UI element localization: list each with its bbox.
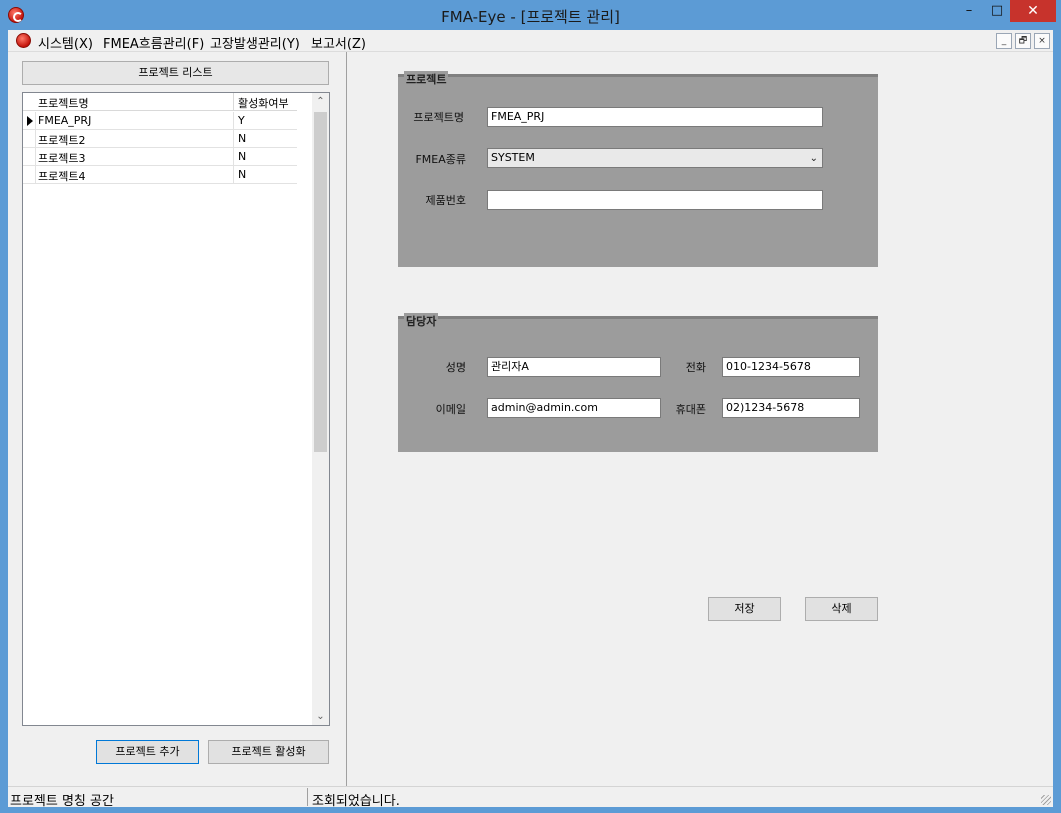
status-project-name: 프로젝트 명칭 공간 <box>10 794 114 809</box>
product-number-label: 제품번호 <box>425 194 466 207</box>
project-name-input[interactable]: FMEA_PRJ <box>487 107 823 127</box>
table-row[interactable]: FMEA_PRJ Y <box>23 112 297 130</box>
project-list-title-button[interactable]: 프로젝트 리스트 <box>22 61 329 85</box>
menu-fmea-flow[interactable]: FMEA흐름관리(F) <box>103 33 204 52</box>
row-header[interactable] <box>23 166 36 184</box>
status-message: 조회되었습니다. <box>312 794 400 809</box>
menu-bar: 시스템(X) FMEA흐름관리(F) 고장발생관리(Y) 보고서(Z) _ 🗗 … <box>8 30 1053 52</box>
add-project-button[interactable]: 프로젝트 추가 <box>96 740 199 764</box>
cell-active-flag[interactable]: N <box>238 132 246 145</box>
mdi-close-button[interactable]: × <box>1034 33 1050 49</box>
app-window: FMA-Eye - [프로젝트 관리] – □ ✕ 시스템(X) FMEA흐름관… <box>0 0 1061 813</box>
mdi-restore-button[interactable]: 🗗 <box>1015 33 1031 49</box>
save-button[interactable]: 저장 <box>708 597 781 621</box>
status-bar: 프로젝트 명칭 공간 조회되었습니다. <box>8 786 1053 809</box>
fmea-type-label: FMEA종류 <box>415 153 466 166</box>
current-row-indicator-icon <box>27 116 33 126</box>
groupbox-border <box>398 316 878 319</box>
phone-label: 전화 <box>685 361 706 374</box>
column-header-name[interactable]: 프로젝트명 <box>38 95 89 111</box>
manager-groupbox: 담당자 성명 관리자A 전화 010-1234-5678 이메일 admin@a… <box>398 313 878 452</box>
menu-failure[interactable]: 고장발생관리(Y) <box>210 33 300 52</box>
project-grid[interactable]: 프로젝트명 활성화여부 FMEA_PRJ Y 프로젝트2 N 프로젝트3 N 프… <box>22 92 330 726</box>
project-list-pane: 프로젝트 리스트 프로젝트명 활성화여부 FMEA_PRJ Y 프로젝트2 N <box>8 52 346 786</box>
cell-project-name[interactable]: FMEA_PRJ <box>38 114 91 127</box>
activate-project-button[interactable]: 프로젝트 활성화 <box>208 740 329 764</box>
cell-active-flag[interactable]: Y <box>238 114 245 127</box>
mobile-input[interactable]: 02)1234-5678 <box>722 398 860 418</box>
minimize-button[interactable]: – <box>955 0 983 22</box>
row-header[interactable] <box>23 130 36 148</box>
manager-group-title: 담당자 <box>404 313 439 329</box>
cell-active-flag[interactable]: N <box>238 150 246 163</box>
table-row[interactable]: 프로젝트4 N <box>23 166 297 184</box>
table-row[interactable]: 프로젝트3 N <box>23 148 297 166</box>
project-group-title: 프로젝트 <box>404 71 449 87</box>
project-name-label: 프로젝트명 <box>413 111 464 124</box>
row-header[interactable] <box>23 148 36 166</box>
close-button[interactable]: ✕ <box>1010 0 1056 22</box>
delete-button[interactable]: 삭제 <box>805 597 878 621</box>
scroll-up-icon[interactable]: ⌃ <box>312 93 329 110</box>
email-label: 이메일 <box>435 403 466 416</box>
menu-system[interactable]: 시스템(X) <box>38 33 93 52</box>
grid-vertical-scrollbar[interactable]: ⌃ ⌄ <box>312 93 329 725</box>
manager-name-label: 성명 <box>445 361 466 374</box>
title-bar: FMA-Eye - [프로젝트 관리] – □ ✕ <box>0 0 1061 30</box>
cell-divider <box>233 112 234 130</box>
scroll-thumb[interactable] <box>314 112 327 452</box>
mdi-minimize-button[interactable]: _ <box>996 33 1012 49</box>
cell-divider <box>233 130 234 148</box>
column-divider[interactable] <box>233 93 234 111</box>
fmea-type-select[interactable]: SYSTEM ⌄ <box>487 148 823 168</box>
cell-project-name[interactable]: 프로젝트2 <box>38 132 85 148</box>
product-number-input[interactable] <box>487 190 823 210</box>
groupbox-border <box>398 74 878 77</box>
phone-input[interactable]: 010-1234-5678 <box>722 357 860 377</box>
project-detail-pane: 프로젝트 프로젝트명 FMEA_PRJ FMEA종류 SYSTEM ⌄ 제품번호… <box>352 52 1053 786</box>
mobile-label: 휴대폰 <box>675 403 706 416</box>
menu-report[interactable]: 보고서(Z) <box>311 33 366 52</box>
cell-project-name[interactable]: 프로젝트4 <box>38 168 85 184</box>
grid-header: 프로젝트명 활성화여부 <box>23 93 297 111</box>
manager-name-input[interactable]: 관리자A <box>487 357 661 377</box>
column-header-active[interactable]: 활성화여부 <box>238 95 289 111</box>
mdi-logo-icon[interactable] <box>16 33 31 48</box>
email-input[interactable]: admin@admin.com <box>487 398 661 418</box>
table-row[interactable]: 프로젝트2 N <box>23 130 297 148</box>
status-divider <box>307 788 308 806</box>
maximize-button[interactable]: □ <box>983 0 1011 22</box>
resize-grip-icon[interactable] <box>1041 795 1051 805</box>
cell-divider <box>233 148 234 166</box>
project-groupbox: 프로젝트 프로젝트명 FMEA_PRJ FMEA종류 SYSTEM ⌄ 제품번호 <box>398 71 878 267</box>
window-title: FMA-Eye - [프로젝트 관리] <box>441 8 620 26</box>
fmea-type-value: SYSTEM <box>491 151 535 164</box>
cell-active-flag[interactable]: N <box>238 168 246 181</box>
cell-divider <box>233 166 234 184</box>
cell-project-name[interactable]: 프로젝트3 <box>38 150 85 166</box>
chevron-down-icon[interactable]: ⌄ <box>810 150 818 168</box>
scroll-down-icon[interactable]: ⌄ <box>312 708 329 725</box>
